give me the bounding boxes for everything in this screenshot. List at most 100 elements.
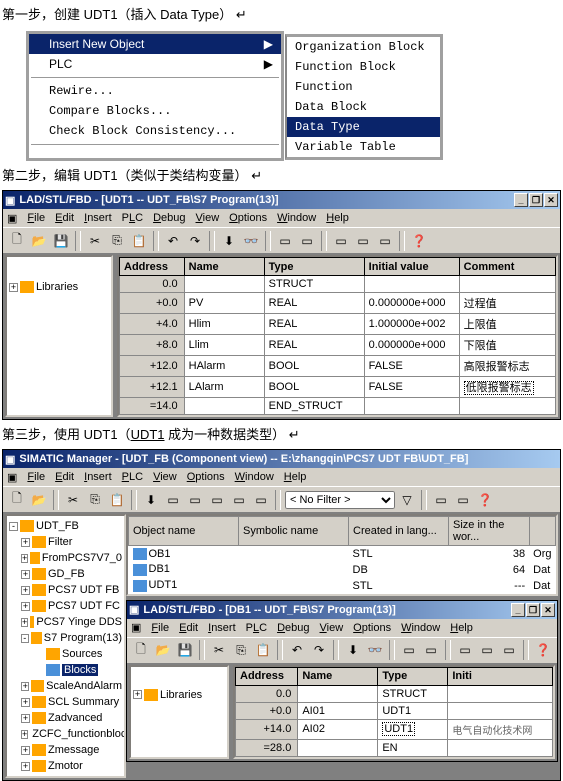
menu-options[interactable]: Options	[229, 212, 267, 224]
maximize-button[interactable]: ❐	[526, 603, 540, 617]
submenu-insert-new: Organization Block Function Block Functi…	[285, 34, 443, 160]
app-menu-icon[interactable]: ▣	[7, 471, 17, 484]
menu-plc[interactable]: PLC	[122, 212, 143, 224]
menu-insert[interactable]: Insert	[84, 212, 112, 224]
maximize-button[interactable]: ❐	[529, 193, 543, 207]
undo-icon[interactable]: ↶	[287, 640, 307, 660]
paste-icon[interactable]: 📋	[253, 640, 273, 660]
col-name[interactable]: Name	[184, 258, 264, 276]
save-icon[interactable]: 💾	[51, 231, 71, 251]
menu-debug[interactable]: Debug	[153, 212, 185, 224]
udt-grid[interactable]: Address Name Type Initial value Comment …	[119, 257, 556, 415]
tool-icon[interactable]: ▭	[163, 490, 183, 510]
menu-rewire[interactable]: Rewire...	[29, 81, 281, 101]
copy-icon[interactable]: ⎘	[107, 231, 127, 251]
app-menu-icon[interactable]: ▣	[131, 621, 141, 634]
menu-plc[interactable]: PLC▶	[29, 54, 281, 74]
inner-tree: +Libraries	[129, 665, 229, 759]
save-icon[interactable]: 💾	[175, 640, 195, 660]
sub-func-block[interactable]: Function Block	[287, 57, 440, 77]
paste-icon[interactable]: 📋	[129, 231, 149, 251]
tool-icon[interactable]: ▭	[331, 231, 351, 251]
cut-icon[interactable]: ✂	[63, 490, 83, 510]
col-address[interactable]: Address	[120, 258, 185, 276]
new-icon[interactable]: 🗋	[7, 231, 27, 251]
menu-window[interactable]: Window	[235, 471, 274, 483]
whats-this-icon[interactable]: ❓	[409, 231, 429, 251]
minimize-button[interactable]: _	[511, 603, 525, 617]
sub-org-block[interactable]: Organization Block	[287, 37, 440, 57]
undo-icon[interactable]: ↶	[163, 231, 183, 251]
minimize-button[interactable]: _	[514, 193, 528, 207]
help-icon[interactable]: ❓	[533, 640, 553, 660]
project-tree[interactable]: -UDT_FB +Filter +FromPCS7V7_0 +GD_FB +PC…	[5, 514, 126, 778]
menu-insert-new[interactable]: Insert New Object▶	[29, 34, 281, 54]
menu-file[interactable]: File	[27, 471, 45, 483]
new-icon[interactable]: 🗋	[131, 640, 151, 660]
redo-icon[interactable]: ↷	[185, 231, 205, 251]
mgr-toolbar: 🗋 📂 ✂ ⎘ 📋 ⬇ ▭ ▭ ▭ ▭ ▭ < No Filter > ▽ ▭ …	[3, 486, 560, 512]
col-init[interactable]: Initial value	[364, 258, 459, 276]
menu-help[interactable]: Help	[284, 471, 307, 483]
download-icon[interactable]: ⬇	[219, 231, 239, 251]
mgr-titlebar: ▣ SIMATIC Manager - [UDT_FB (Component v…	[3, 450, 560, 468]
sub-function[interactable]: Function	[287, 77, 440, 97]
obj-row: DB1DB64Dat	[129, 562, 556, 578]
open-icon[interactable]: 📂	[29, 231, 49, 251]
sub-data-type[interactable]: Data Type	[287, 117, 440, 137]
help-icon[interactable]: ❓	[475, 490, 495, 510]
close-button[interactable]: ✕	[544, 193, 558, 207]
app-menu-icon[interactable]: ▣	[7, 212, 17, 225]
tool-icon[interactable]: ▭	[431, 490, 451, 510]
tree-libraries[interactable]: + Libraries	[9, 279, 109, 295]
copy-icon[interactable]: ⎘	[85, 490, 105, 510]
tool-icon[interactable]: ▭	[297, 231, 317, 251]
db-grid[interactable]: Address Name Type Initi 0.0STRUCT +0.0AI…	[235, 667, 553, 757]
tool-icon[interactable]: ▭	[185, 490, 205, 510]
menu-edit[interactable]: Edit	[55, 212, 74, 224]
copy-icon[interactable]: ⎘	[231, 640, 251, 660]
step1-title: 第一步，创建 UDT1（插入 Data Type） ↵	[0, 0, 563, 27]
menu-options[interactable]: Options	[187, 471, 225, 483]
tool-icon[interactable]: ▭	[229, 490, 249, 510]
cut-icon[interactable]: ✂	[209, 640, 229, 660]
tool-icon[interactable]: ▭	[353, 231, 373, 251]
step2-title: 第二步，编辑 UDT1（类似于类结构变量） ↵	[0, 161, 563, 188]
download-icon[interactable]: ⬇	[141, 490, 161, 510]
col-comment[interactable]: Comment	[459, 258, 555, 276]
sub-var-table[interactable]: Variable Table	[287, 137, 440, 157]
inner-libraries[interactable]: +Libraries	[133, 687, 225, 703]
tool-icon[interactable]: ▭	[375, 231, 395, 251]
menu-compare[interactable]: Compare Blocks...	[29, 101, 281, 121]
download-icon[interactable]: ⬇	[343, 640, 363, 660]
open-icon[interactable]: 📂	[29, 490, 49, 510]
menu-view[interactable]: View	[196, 212, 220, 224]
monitor-icon[interactable]: 👓	[241, 231, 261, 251]
menu-help[interactable]: Help	[326, 212, 349, 224]
expand-icon[interactable]: +	[9, 283, 18, 292]
object-list[interactable]: Object name Symbolic name Created in lan…	[126, 514, 558, 596]
close-button[interactable]: ✕	[541, 603, 555, 617]
tool-icon[interactable]: ▭	[207, 490, 227, 510]
tool-icon[interactable]: ▭	[275, 231, 295, 251]
sub-data-block[interactable]: Data Block	[287, 97, 440, 117]
new-icon[interactable]: 🗋	[7, 490, 27, 510]
menu-insert[interactable]: Insert	[84, 471, 112, 483]
monitor-icon[interactable]: 👓	[365, 640, 385, 660]
cut-icon[interactable]: ✂	[85, 231, 105, 251]
tool-icon[interactable]: ▭	[251, 490, 271, 510]
menu-plc[interactable]: PLC	[122, 471, 143, 483]
paste-icon[interactable]: 📋	[107, 490, 127, 510]
menu-check[interactable]: Check Block Consistency...	[29, 121, 281, 141]
menu-file[interactable]: File	[27, 212, 45, 224]
menu-edit[interactable]: Edit	[55, 471, 74, 483]
menu-window[interactable]: Window	[277, 212, 316, 224]
open-icon[interactable]: 📂	[153, 640, 173, 660]
filter-icon[interactable]: ▽	[397, 490, 417, 510]
context-menu: Insert New Object▶ PLC▶ Rewire... Compar…	[26, 31, 284, 161]
col-type[interactable]: Type	[264, 258, 364, 276]
menu-view[interactable]: View	[153, 471, 177, 483]
filter-select[interactable]: < No Filter >	[285, 491, 395, 509]
tool-icon[interactable]: ▭	[453, 490, 473, 510]
redo-icon[interactable]: ↷	[309, 640, 329, 660]
